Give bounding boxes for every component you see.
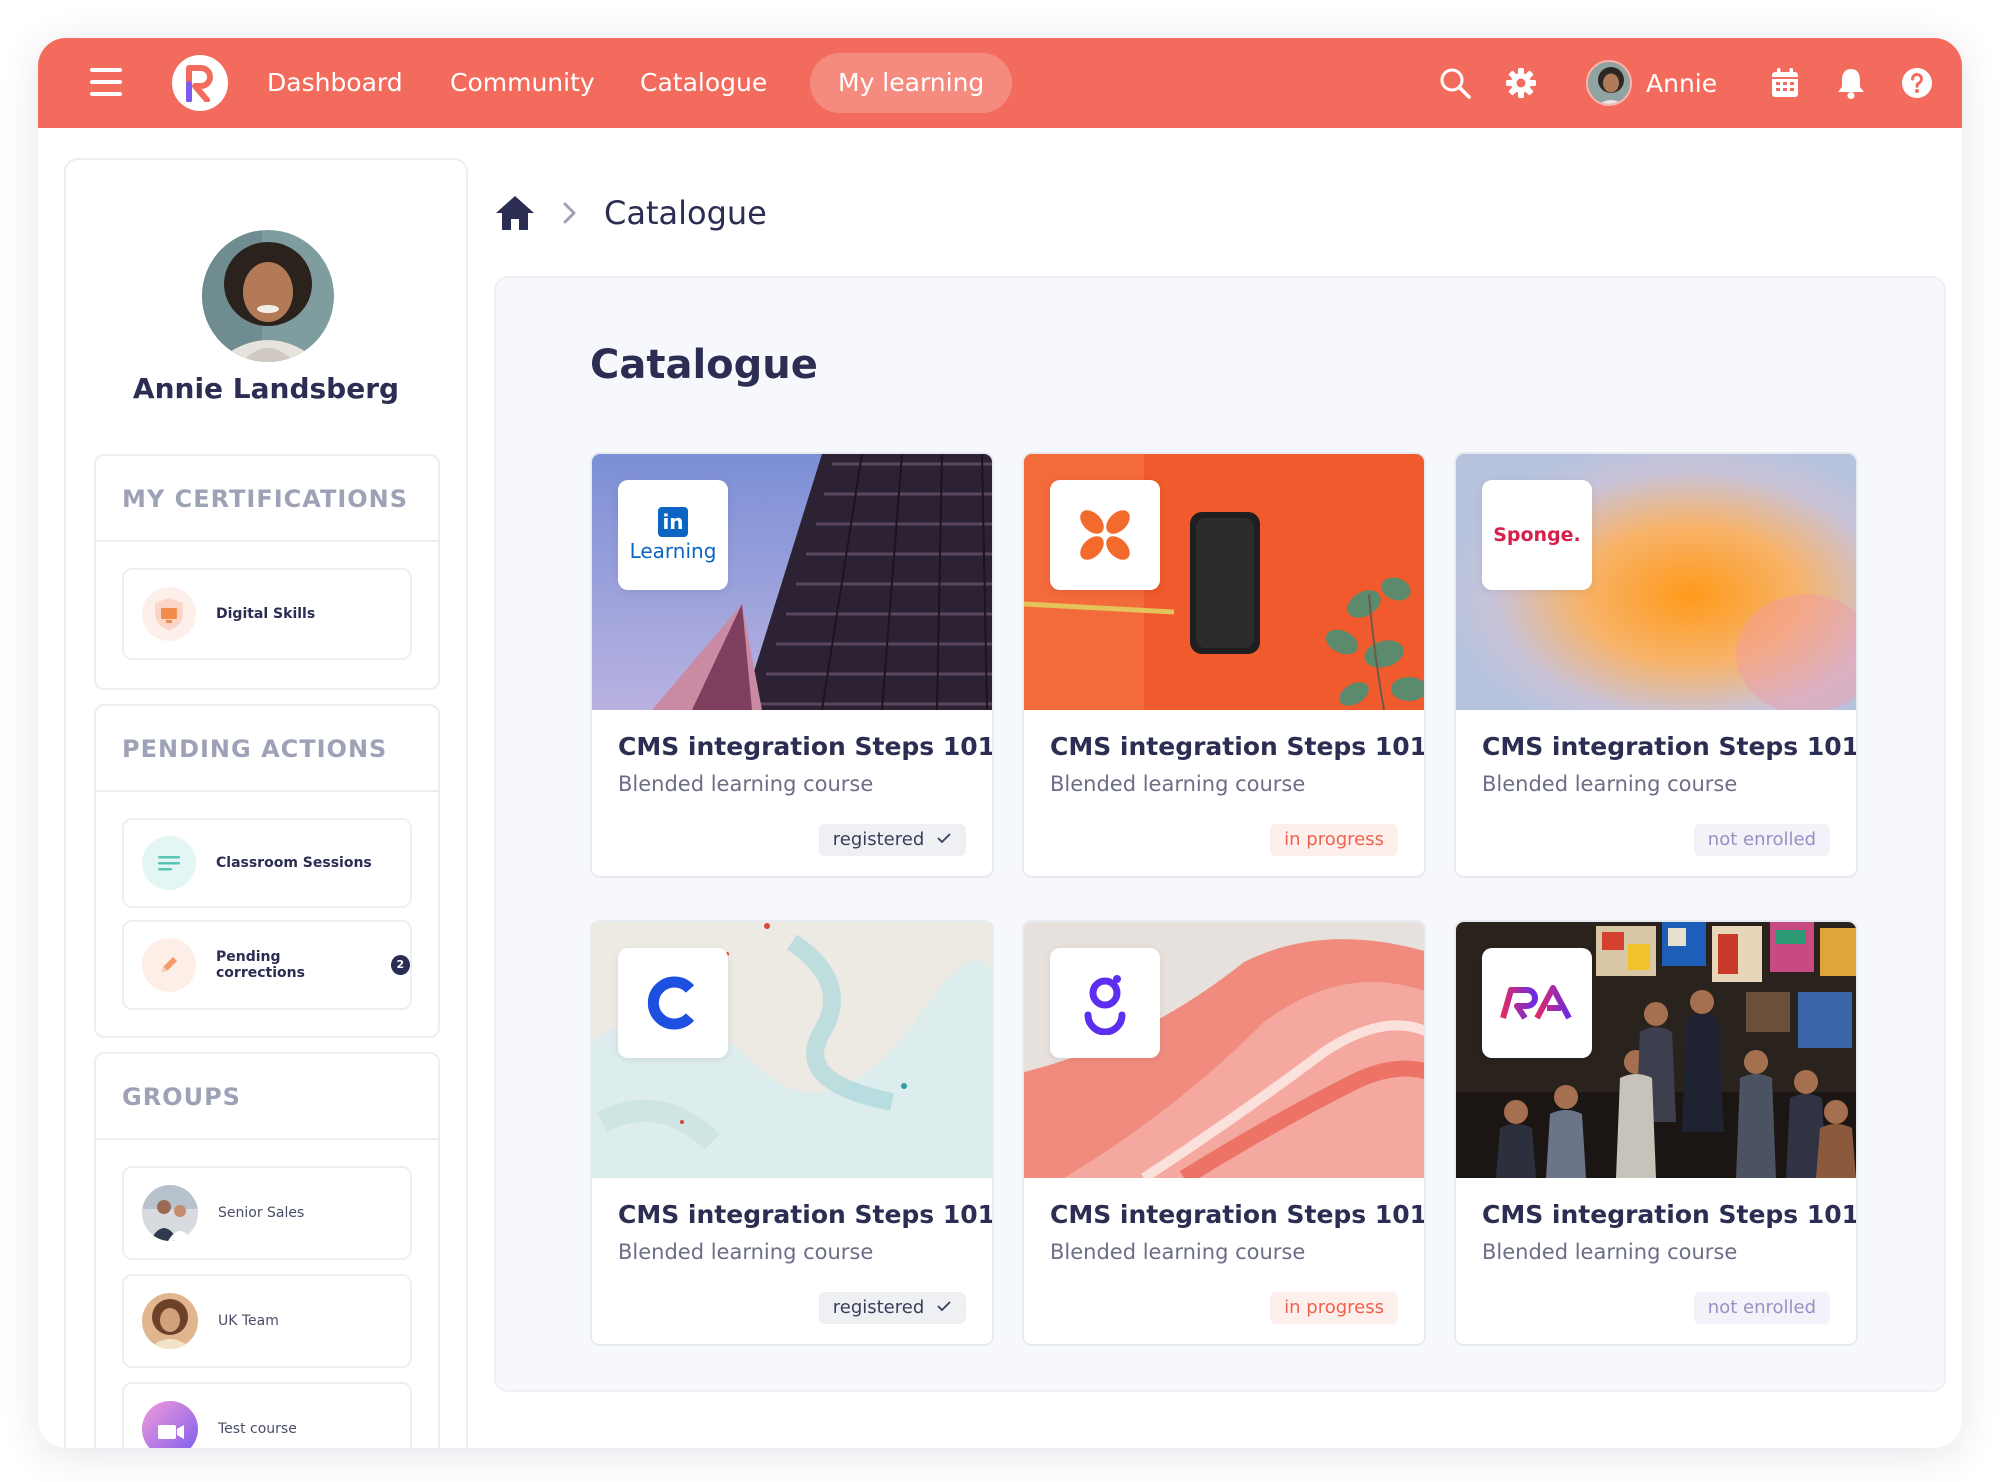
groups-heading: GROUPS <box>96 1054 438 1140</box>
calendar-icon[interactable] <box>1768 66 1802 100</box>
profile-avatar[interactable] <box>202 230 334 362</box>
user-name: Annie <box>1646 68 1718 98</box>
home-icon[interactable] <box>494 193 536 233</box>
status-badge: registered <box>818 1292 966 1324</box>
group-item-senior-sales[interactable]: Senior Sales <box>122 1166 412 1260</box>
group-label: Test course <box>218 1421 297 1437</box>
brand-logo: in Learning <box>618 480 728 590</box>
course-title: CMS integration Steps 101 <box>1482 732 1858 761</box>
pencil-icon <box>142 938 196 992</box>
course-title: CMS integration Steps 101 <box>1482 1200 1858 1229</box>
app-logo[interactable] <box>172 55 228 111</box>
brand-text: Sponge. <box>1493 524 1581 546</box>
status-label: registered <box>832 1297 925 1318</box>
status-badge: registered <box>818 824 966 856</box>
certification-item-digital-skills[interactable]: Digital Skills <box>122 568 412 660</box>
x-flower-icon <box>1080 510 1130 560</box>
breadcrumb: Catalogue <box>494 188 767 238</box>
certifications-panel: MY CERTIFICATIONS Digital Skills <box>94 454 440 690</box>
brand-logo <box>1482 948 1592 1058</box>
profile-name: Annie Landsberg <box>132 372 400 405</box>
status-label: registered <box>832 829 925 850</box>
monitor-shield-icon <box>142 587 196 641</box>
course-card[interactable]: CMS integration Steps 101 Blended learni… <box>1454 920 1858 1346</box>
course-subtitle: Blended learning course <box>618 772 874 796</box>
course-title: CMS integration Steps 101 <box>1050 732 1426 761</box>
chevron-right-icon <box>563 202 576 224</box>
top-navigation-bar: Dashboard Community Catalogue My learnin… <box>38 38 1962 128</box>
brand-logo: Sponge. <box>1482 480 1592 590</box>
search-icon[interactable] <box>1438 66 1472 100</box>
nav-dashboard[interactable]: Dashboard <box>267 62 403 104</box>
linkedin-icon: in <box>657 507 688 537</box>
pending-actions-heading: PENDING ACTIONS <box>96 706 438 792</box>
course-subtitle: Blended learning course <box>1482 1240 1738 1264</box>
hamburger-menu-icon[interactable] <box>90 68 122 96</box>
course-image <box>1024 454 1424 710</box>
status-badge: in progress <box>1270 1292 1398 1324</box>
page-title: Catalogue <box>590 342 818 388</box>
pending-actions-panel: PENDING ACTIONS Classroom Sessions Pendi… <box>94 704 440 1038</box>
nav-catalogue[interactable]: Catalogue <box>640 62 767 104</box>
pending-label: Classroom Sessions <box>216 855 372 871</box>
nav-my-learning[interactable]: My learning <box>810 53 1013 113</box>
course-subtitle: Blended learning course <box>1050 772 1306 796</box>
course-image <box>1456 922 1856 1178</box>
count-badge: 2 <box>390 955 410 975</box>
group-avatar <box>142 1293 198 1349</box>
course-image <box>592 922 992 1178</box>
status-badge: not enrolled <box>1693 1292 1830 1324</box>
group-avatar <box>142 1401 198 1448</box>
group-label: UK Team <box>218 1313 279 1329</box>
g-logo-icon <box>1084 975 1126 1035</box>
certifications-heading: MY CERTIFICATIONS <box>96 456 438 542</box>
course-title: CMS integration Steps 101 <box>618 732 994 761</box>
pending-item-corrections[interactable]: Pending corrections 2 <box>122 920 412 1010</box>
course-image <box>1024 922 1424 1178</box>
list-icon <box>142 836 196 890</box>
course-title: CMS integration Steps 101 <box>1050 1200 1426 1229</box>
brand-logo <box>1050 948 1160 1058</box>
brand-text: Learning <box>629 539 717 563</box>
groups-panel: GROUPS Senior Sales UK Team Test course <box>94 1052 440 1448</box>
pending-label: Pending corrections <box>216 949 305 981</box>
brand-logo <box>1050 480 1160 590</box>
status-badge: in progress <box>1270 824 1398 856</box>
certification-label: Digital Skills <box>216 606 316 622</box>
help-icon[interactable] <box>1900 66 1934 100</box>
status-badge: not enrolled <box>1693 824 1830 856</box>
checkmark-icon <box>937 833 951 844</box>
avatar <box>1586 60 1632 106</box>
course-image: in Learning <box>592 454 992 710</box>
group-item-uk-team[interactable]: UK Team <box>122 1274 412 1368</box>
course-card[interactable]: CMS integration Steps 101 Blended learni… <box>590 920 994 1346</box>
catalogue-content: Catalogue in Learning CMS integration St… <box>494 276 1946 1392</box>
c-logo-icon <box>647 976 695 1030</box>
pending-item-classroom-sessions[interactable]: Classroom Sessions <box>122 818 412 908</box>
user-menu[interactable]: Annie <box>1586 58 1717 108</box>
course-card[interactable]: CMS integration Steps 101 Blended learni… <box>1022 920 1426 1346</box>
course-title: CMS integration Steps 101 <box>618 1200 994 1229</box>
ra-logo-icon <box>1500 985 1572 1020</box>
group-label: Senior Sales <box>218 1205 305 1221</box>
nav-community[interactable]: Community <box>450 62 595 104</box>
app-window: Dashboard Community Catalogue My learnin… <box>38 38 1962 1448</box>
group-avatar <box>142 1185 198 1241</box>
course-subtitle: Blended learning course <box>1050 1240 1306 1264</box>
course-card[interactable]: in Learning CMS integration Steps 101 Bl… <box>590 452 994 878</box>
bell-icon[interactable] <box>1834 66 1868 100</box>
course-image: Sponge. <box>1456 454 1856 710</box>
sidebar: Annie Landsberg MY CERTIFICATIONS Digita… <box>64 158 468 1448</box>
breadcrumb-current: Catalogue <box>604 194 767 232</box>
course-subtitle: Blended learning course <box>1482 772 1738 796</box>
course-card[interactable]: Sponge. CMS integration Steps 101 Blende… <box>1454 452 1858 878</box>
brand-logo <box>618 948 728 1058</box>
checkmark-icon <box>937 1301 951 1312</box>
gear-icon[interactable] <box>1504 66 1538 100</box>
course-subtitle: Blended learning course <box>618 1240 874 1264</box>
course-card[interactable]: CMS integration Steps 101 Blended learni… <box>1022 452 1426 878</box>
group-item-test-course[interactable]: Test course <box>122 1382 412 1448</box>
